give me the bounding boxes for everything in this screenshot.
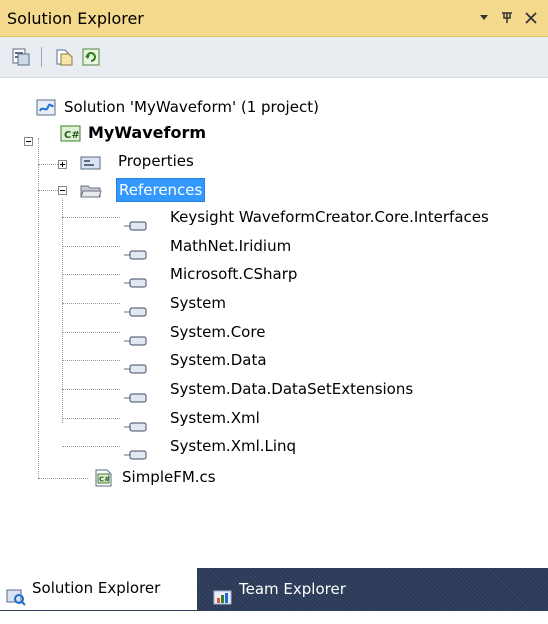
tab-team-explorer-label: Team Explorer xyxy=(239,580,346,598)
ref-connector xyxy=(62,446,120,447)
toolbar-separator xyxy=(41,47,42,67)
ref-connector xyxy=(62,389,120,390)
show-all-files-icon[interactable] xyxy=(55,48,73,66)
tree-connector-project xyxy=(38,138,39,478)
properties-icon[interactable] xyxy=(12,48,30,66)
reference-icon xyxy=(124,213,148,231)
window-title: Solution Explorer xyxy=(7,9,144,28)
reference-label: System.Data.DataSetExtensions xyxy=(170,380,414,398)
solution-icon xyxy=(36,99,56,125)
reference-icon xyxy=(124,242,148,260)
close-icon[interactable] xyxy=(524,7,538,32)
pin-icon[interactable] xyxy=(500,7,514,32)
tree-connector-file xyxy=(38,478,88,479)
reference-icon xyxy=(124,414,148,432)
solution-label: Solution 'MyWaveform' (1 project) xyxy=(64,98,319,116)
ref-connector xyxy=(62,217,120,218)
reference-label: System xyxy=(170,294,226,312)
reference-icon xyxy=(124,299,148,317)
reference-label: Keysight WaveformCreator.Core.Interfaces xyxy=(170,208,489,226)
reference-label: Microsoft.CSharp xyxy=(170,265,298,283)
reference-icon xyxy=(124,385,148,403)
ref-connector xyxy=(62,303,120,304)
refresh-icon[interactable] xyxy=(82,48,100,66)
references-collapse-toggle[interactable] xyxy=(58,186,67,195)
reference-icon xyxy=(124,356,148,374)
references-label: References xyxy=(116,178,206,202)
ref-connector xyxy=(62,246,120,247)
ref-connector xyxy=(62,274,120,275)
reference-icon xyxy=(124,328,148,346)
tab-team-explorer[interactable]: Team Explorer xyxy=(207,568,367,611)
reference-label: System.Data xyxy=(170,351,267,369)
team-explorer-tab-icon xyxy=(213,581,233,624)
csharp-project-icon: C# xyxy=(60,125,82,151)
project-collapse-toggle[interactable] xyxy=(24,137,33,146)
tool-window-tabs: Solution Explorer Team Explorer xyxy=(0,567,548,611)
open-folder-icon xyxy=(80,181,102,207)
ref-connector xyxy=(62,360,120,361)
solution-explorer-tab-icon xyxy=(6,580,26,623)
ref-connector xyxy=(62,418,120,419)
properties-folder-icon xyxy=(80,153,102,179)
properties-label: Properties xyxy=(118,152,194,170)
file-label: SimpleFM.cs xyxy=(122,468,216,486)
reference-label: System.Core xyxy=(170,323,266,341)
svg-text:C#: C# xyxy=(99,476,110,484)
ref-connector xyxy=(62,332,120,333)
csharp-file-icon: C# xyxy=(94,469,114,495)
solution-tree: Solution 'MyWaveform' (1 project) C# MyW… xyxy=(0,78,548,568)
svg-text:C#: C# xyxy=(64,130,80,141)
window-titlebar: Solution Explorer xyxy=(0,0,548,37)
reference-icon xyxy=(124,270,148,288)
tab-solution-explorer[interactable]: Solution Explorer xyxy=(0,567,197,610)
properties-expand-toggle[interactable] xyxy=(58,160,67,169)
solution-explorer-toolbar xyxy=(0,37,548,78)
reference-label: System.Xml.Linq xyxy=(170,437,297,455)
reference-label: MathNet.Iridium xyxy=(170,237,292,255)
window-position-dropdown-icon[interactable] xyxy=(478,7,490,32)
project-label: MyWaveform xyxy=(88,123,207,142)
reference-icon xyxy=(124,442,148,460)
tab-solution-explorer-label: Solution Explorer xyxy=(32,579,161,597)
reference-label: System.Xml xyxy=(170,409,260,427)
